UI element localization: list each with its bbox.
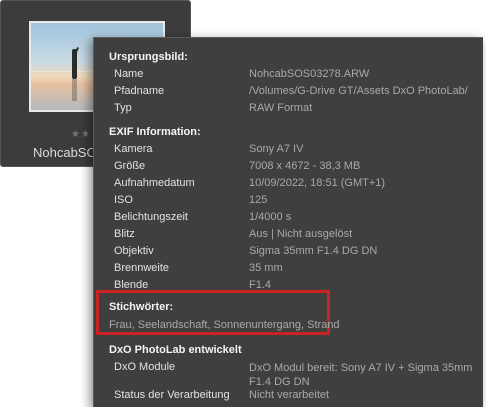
origin-title: Ursprungsbild: (109, 51, 188, 63)
keywords-value: Frau, Seelandschaft, Sonnenuntergang, St… (109, 319, 340, 331)
row-value: Sigma 35mm F1.4 DG DN (249, 245, 378, 257)
dxo-title: DxO PhotoLab entwickelt (109, 344, 242, 356)
exif-row-size: Größe 7008 x 4672 - 38,3 MB (94, 160, 483, 177)
row-key: Objektiv (114, 245, 154, 257)
row-value: 1/4000 s (249, 211, 292, 223)
row-value: Aus | Nicht ausgelöst (249, 228, 353, 240)
row-value: 125 (249, 194, 268, 206)
row-key: Belichtungszeit (114, 211, 188, 223)
row-value: RAW Format (249, 102, 313, 114)
row-value: 7008 x 4672 - 38,3 MB (249, 160, 361, 172)
row-key: Name (114, 68, 144, 80)
dxo-row-status: Status der Verarbeitung Nicht verarbeite… (94, 389, 483, 406)
row-key: Größe (114, 160, 146, 172)
dxo-row-module: DxO Module DxO Modul bereit: Sony A7 IV … (94, 361, 483, 388)
row-value: 35 mm (249, 262, 283, 274)
row-key: Aufnahmedatum (114, 177, 195, 189)
rating-stars[interactable]: ★★ (71, 129, 91, 140)
row-key: Blitz (114, 228, 135, 240)
person-reflection (72, 79, 77, 101)
keywords-title: Stichwörter: (109, 301, 174, 313)
exif-row-shutter: Belichtungszeit 1/4000 s (94, 211, 483, 228)
exif-title: EXIF Information: (109, 126, 201, 138)
row-key: Pfadname (114, 85, 165, 97)
row-value: Nicht verarbeitet (249, 389, 330, 401)
row-value: Sony A7 IV (249, 143, 304, 155)
exif-row-focal: Brennweite 35 mm (94, 262, 483, 279)
row-key: Typ (114, 102, 132, 114)
row-key: DxO Module (114, 361, 176, 373)
exif-row-date: Aufnahmedatum 10/09/2022, 18:51 (GMT+1) (94, 177, 483, 194)
row-value: DxO Modul bereit: Sony A7 IV + Sigma 35m… (249, 362, 473, 388)
exif-row-lens: Objektiv Sigma 35mm F1.4 DG DN (94, 245, 483, 262)
row-value: /Volumes/G-Drive GT/Assets DxO PhotoLab/ (249, 85, 468, 97)
exif-row-flash: Blitz Aus | Nicht ausgelöst (94, 228, 483, 245)
row-key: ISO (114, 194, 133, 206)
origin-row-path: Pfadname /Volumes/G-Drive GT/Assets DxO … (94, 85, 483, 102)
origin-row-type: Typ RAW Format (94, 102, 483, 119)
exif-row-iso: ISO 125 (94, 194, 483, 211)
row-key: Brennweite (114, 262, 170, 274)
row-value: 10/09/2022, 18:51 (GMT+1) (249, 177, 386, 189)
info-panel: Ursprungsbild: Name NohcabSOS03278.ARW P… (93, 37, 483, 407)
exif-row-camera: Kamera Sony A7 IV (94, 143, 483, 160)
origin-row-name: Name NohcabSOS03278.ARW (94, 68, 483, 85)
row-value: NohcabSOS03278.ARW (249, 68, 370, 80)
row-key: Status der Verarbeitung (114, 389, 230, 401)
row-key: Kamera (114, 143, 153, 155)
